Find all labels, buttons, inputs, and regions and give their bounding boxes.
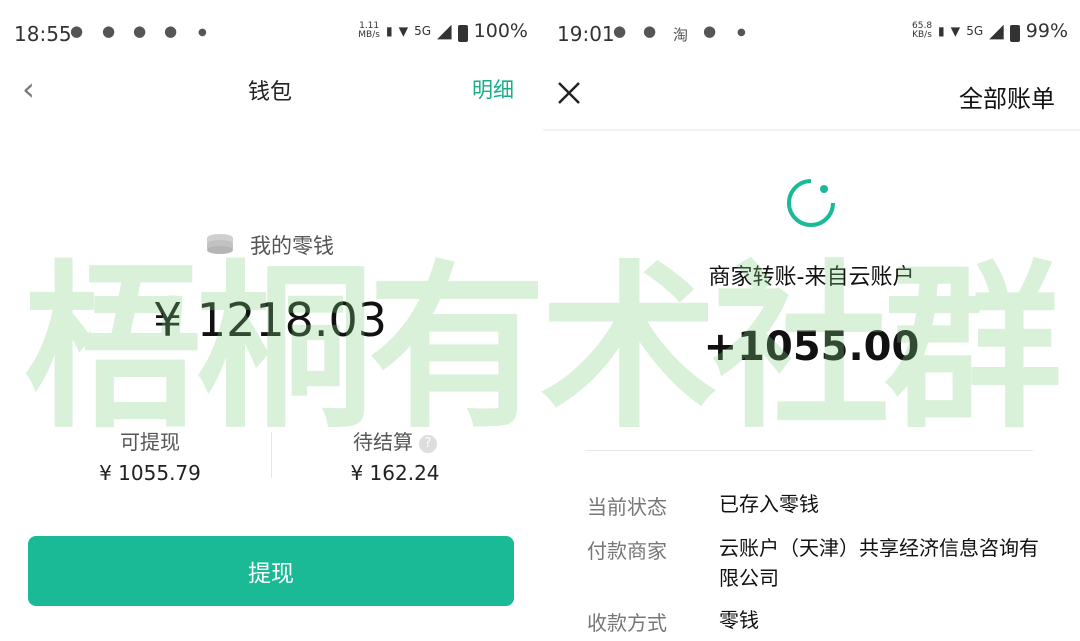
wallet-label: 我的零钱 [250, 234, 334, 258]
more-dot-icon: ● [737, 27, 746, 38]
transaction-title: 商家转账-来自云账户 [708, 265, 915, 290]
wechat-icon: ● [70, 22, 84, 40]
payer-value: 云账户（天津）共享经济信息咨询有限公司 [719, 536, 1039, 590]
withdrawable-value: ¥ 1055.79 [99, 461, 201, 485]
help-icon[interactable]: ? [419, 435, 437, 453]
pending-value: ¥ 162.24 [350, 461, 440, 485]
bill-detail-screen: 19:01 ● ● 淘 ● ● 65.8 KB/s ▮ ▾ 5G ◢ 99% 全部… [543, 0, 1080, 641]
pending-label: 待结算 [353, 430, 413, 454]
status-bar: 19:01 ● ● 淘 ● ● 65.8 KB/s ▮ ▾ 5G ◢ 99% [543, 0, 1080, 64]
page-title: 钱包 [247, 80, 292, 105]
signal-icon: ◢ [437, 20, 452, 42]
processing-icon [787, 179, 835, 227]
qq-icon: ● [102, 22, 116, 40]
coin-stack-icon [207, 234, 233, 254]
wechat-icon: ● [613, 22, 627, 40]
payer-label: 付款商家 [587, 539, 667, 563]
column-divider [271, 432, 272, 478]
wechat-icon: ● [133, 22, 147, 40]
withdraw-button[interactable]: 提现 [28, 536, 514, 606]
status-right: 65.8 KB/s ▮ ▾ 5G ◢ 99% [912, 20, 1068, 42]
header-divider [543, 129, 1080, 131]
status-right: 1.11 MB/s ▮ ▾ 5G ◢ 100% [358, 20, 528, 42]
network-type: 5G [966, 24, 984, 38]
payment-method-value: 零钱 [719, 608, 759, 632]
battery-icon [457, 24, 468, 42]
sim-icon: ▮ [938, 24, 945, 38]
status-bar: 18:55 ● ● ● ● ● 1.11 MB/s ▮ ▾ 5G ◢ 100% [0, 0, 540, 64]
withdrawable-label: 可提现 [120, 430, 180, 454]
battery-level: 99% [1025, 20, 1068, 42]
hand-icon: ● [164, 22, 178, 40]
wifi-icon: ▾ [950, 20, 961, 42]
status-time: 19:01 [557, 22, 615, 46]
detail-link[interactable]: 明细 [472, 74, 514, 104]
wallet-balance: ¥ 1218.03 [152, 293, 388, 347]
status-time: 18:55 [14, 22, 72, 46]
network-speed: 65.8 KB/s [912, 21, 933, 40]
more-dot-icon: ● [198, 27, 207, 38]
taobao-icon: 淘 [673, 26, 689, 44]
wechat-icon: ● [643, 22, 657, 40]
network-type: 5G [414, 24, 432, 38]
transaction-amount: +1055.00 [703, 324, 920, 370]
battery-icon [1009, 24, 1020, 42]
close-icon[interactable] [555, 79, 583, 107]
payment-method-label: 收款方式 [587, 611, 667, 635]
network-speed: 1.11 MB/s [358, 21, 380, 40]
status-label: 当前状态 [587, 495, 667, 519]
qq-icon: ● [703, 22, 717, 40]
sim-icon: ▮ [385, 24, 393, 38]
all-bills-link[interactable]: 全部账单 [959, 79, 1055, 114]
wallet-screen: 18:55 ● ● ● ● ● 1.11 MB/s ▮ ▾ 5G ◢ 100% ‹… [0, 0, 540, 641]
signal-icon: ◢ [989, 20, 1004, 42]
section-divider [585, 450, 1033, 451]
pending-label-group: 待结算? [300, 426, 490, 455]
status-value: 已存入零钱 [719, 492, 819, 516]
battery-level: 100% [473, 20, 528, 42]
wifi-icon: ▾ [398, 20, 409, 42]
